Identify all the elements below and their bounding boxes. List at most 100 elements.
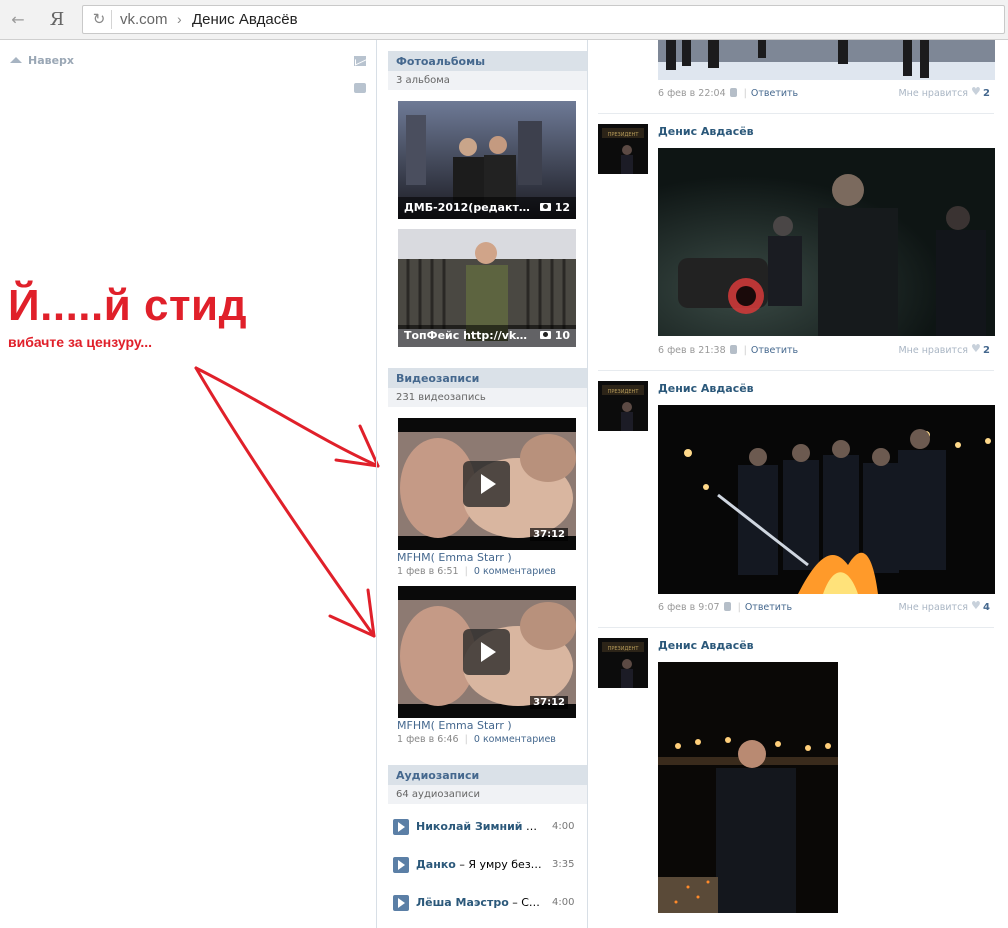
album-count-value: 12 [554, 201, 570, 214]
camera-icon [539, 203, 551, 211]
post-author[interactable]: Денис Авдасёв [658, 125, 754, 138]
video-meta: 1 фев в 6:51 | 0 комментариев [397, 566, 556, 577]
post-image [658, 148, 995, 336]
audio-artist[interactable]: Данко [416, 858, 456, 871]
like-count: 4 [983, 602, 990, 613]
post-image [658, 405, 995, 594]
album-thumb[interactable]: ДМБ-2012(редакт… 12 [398, 101, 576, 219]
meta-separator: | [737, 602, 741, 613]
post-author[interactable]: Денис Авдасёв [658, 382, 754, 395]
album-photo-count: 12 [539, 201, 570, 214]
like-label: Мне нравится [898, 88, 969, 99]
like-button[interactable]: Мне нравится 4 [898, 599, 990, 613]
mobile-icon [729, 345, 737, 354]
like-count: 2 [983, 345, 990, 356]
avatar[interactable]: ПРЕЗИДЕНТ [598, 381, 648, 431]
column-divider-right [587, 40, 588, 928]
meta-separator: | [464, 566, 468, 577]
like-count: 2 [983, 88, 990, 99]
arrow-to-second-video [194, 366, 376, 638]
video-duration: 37:12 [530, 528, 568, 541]
play-icon[interactable] [463, 629, 510, 675]
post-photo[interactable] [658, 405, 995, 594]
avatar[interactable]: ПРЕЗИДЕНТ [598, 124, 648, 174]
post-photo[interactable] [658, 148, 995, 336]
video-title[interactable]: MFHM( Emma Starr ) [397, 719, 512, 732]
album-title: ДМБ-2012(редакт… [404, 201, 530, 214]
reply-link[interactable]: Ответить [751, 88, 798, 99]
audio-track[interactable]: Данко – Я умру без… 3:35 [393, 855, 583, 875]
audio-count: 64 аудиозаписи [388, 785, 587, 804]
audio-track-text: Данко – Я умру без… [416, 858, 542, 871]
videos-header[interactable]: Видеозаписи [388, 368, 587, 388]
meta-separator: | [743, 345, 747, 356]
video-date: 1 фев в 6:46 [397, 734, 459, 745]
post-divider [598, 627, 994, 628]
audio-track[interactable]: Николай Зимний – … 4:00 [393, 817, 583, 837]
avatar-image: ПРЕЗИДЕНТ [598, 124, 648, 174]
audio-play-icon[interactable] [393, 857, 409, 873]
like-button[interactable]: Мне нравится 2 [898, 85, 990, 99]
album-count-value: 10 [554, 329, 570, 342]
mobile-icon [729, 88, 737, 97]
videos-count: 231 видеозапись [388, 388, 587, 407]
reply-link[interactable]: Ответить [751, 345, 798, 356]
video-comments-link[interactable]: 0 комментариев [474, 734, 556, 745]
video-thumb[interactable]: 37:12 [398, 586, 576, 718]
post-image [658, 662, 838, 913]
video-comments-link[interactable]: 0 комментариев [474, 566, 556, 577]
video-title[interactable]: MFHM( Emma Starr ) [397, 551, 512, 564]
audio-duration: 4:00 [552, 821, 575, 832]
avatar-image: ПРЕЗИДЕНТ [598, 638, 648, 688]
camera-icon [539, 331, 551, 339]
video-duration: 37:12 [530, 696, 568, 709]
post-meta: 6 фев в 9:07 | Ответить Мне нравится 4 [658, 599, 990, 616]
video-thumb[interactable]: 37:12 [398, 418, 576, 550]
svg-text:ПРЕЗИДЕНТ: ПРЕЗИДЕНТ [608, 389, 640, 395]
like-button[interactable]: Мне нравится 2 [898, 342, 990, 356]
album-photo-count: 10 [539, 329, 570, 342]
audio-title[interactable]: – С… [512, 896, 540, 909]
post-divider [598, 370, 994, 371]
arrow-to-first-video [194, 366, 380, 468]
meta-separator: | [743, 88, 747, 99]
post-divider [598, 113, 994, 114]
audio-track[interactable]: Лёша Маэстро – С… 4:00 [393, 893, 583, 913]
post-date[interactable]: 6 фев в 22:04 [658, 88, 726, 99]
mobile-icon [723, 602, 731, 611]
post-image [658, 40, 995, 80]
video-meta: 1 фев в 6:46 | 0 комментариев [397, 734, 556, 745]
video-date: 1 фев в 6:51 [397, 566, 459, 577]
audio-track-text: Лёша Маэстро – С… [416, 896, 542, 909]
svg-text:ПРЕЗИДЕНТ: ПРЕЗИДЕНТ [608, 132, 640, 138]
audio-header[interactable]: Аудиозаписи [388, 765, 587, 785]
post-date[interactable]: 6 фев в 21:38 [658, 345, 726, 356]
album-overlay: ТопФейс http://vko… 10 [398, 325, 576, 347]
heart-icon [971, 85, 981, 98]
reply-link[interactable]: Ответить [745, 602, 792, 613]
post-photo[interactable] [658, 662, 838, 913]
albums-header[interactable]: Фотоальбомы [388, 51, 587, 71]
play-icon[interactable] [463, 461, 510, 507]
audio-track-text: Николай Зимний – … [416, 820, 542, 833]
audio-artist[interactable]: Лёша Маэстро [416, 896, 509, 909]
audio-duration: 3:35 [552, 859, 575, 870]
audio-title[interactable]: – Я умру без… [459, 858, 541, 871]
post-date[interactable]: 6 фев в 9:07 [658, 602, 720, 613]
audio-title[interactable]: – … [526, 820, 542, 833]
meta-separator: | [464, 734, 468, 745]
like-label: Мне нравится [898, 602, 969, 613]
post-photo[interactable] [658, 40, 995, 80]
audio-play-icon[interactable] [393, 819, 409, 835]
column-divider-left [376, 40, 377, 928]
avatar-image: ПРЕЗИДЕНТ [598, 381, 648, 431]
audio-play-icon[interactable] [393, 895, 409, 911]
heart-icon [971, 342, 981, 355]
svg-text:ПРЕЗИДЕНТ: ПРЕЗИДЕНТ [608, 646, 640, 652]
avatar[interactable]: ПРЕЗИДЕНТ [598, 638, 648, 688]
audio-duration: 4:00 [552, 897, 575, 908]
album-thumb[interactable]: ТопФейс http://vko… 10 [398, 229, 576, 347]
post-author[interactable]: Денис Авдасёв [658, 639, 754, 652]
audio-artist[interactable]: Николай Зимний [416, 820, 522, 833]
like-label: Мне нравится [898, 345, 969, 356]
